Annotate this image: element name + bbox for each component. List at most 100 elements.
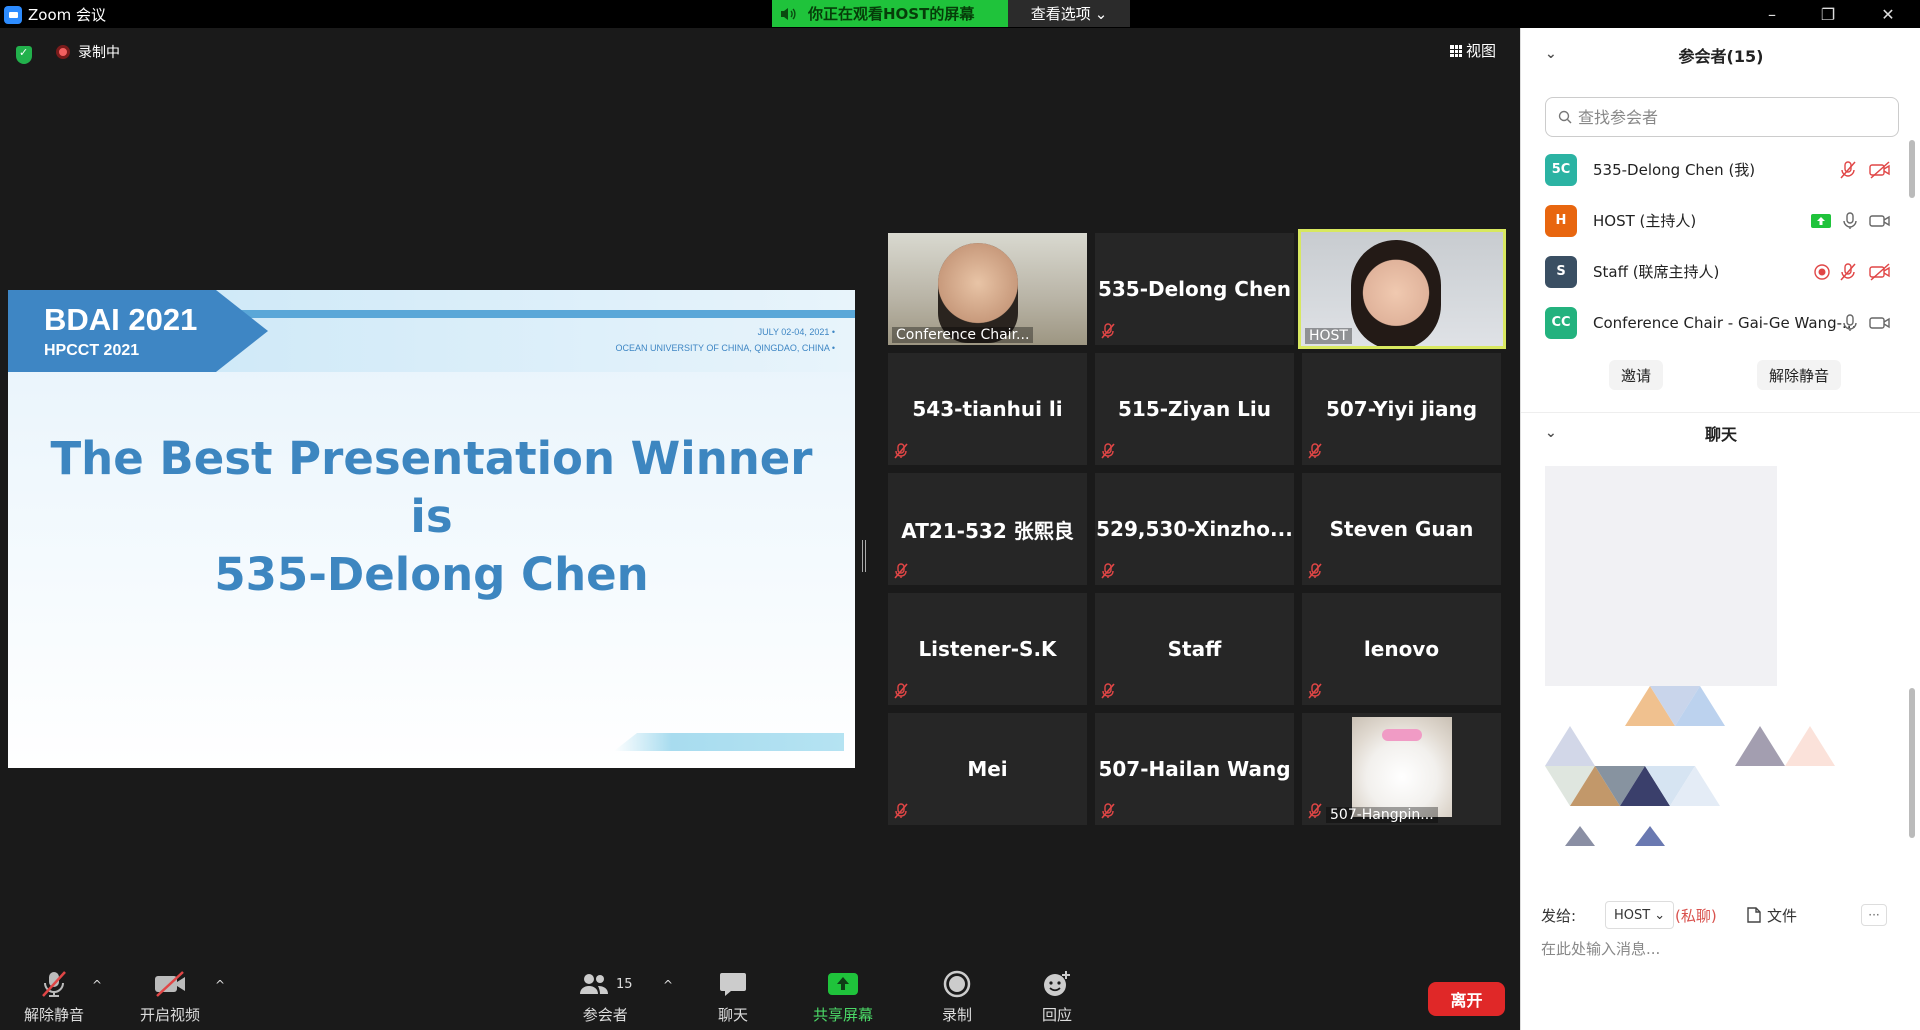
mic-icon[interactable] bbox=[1841, 314, 1859, 332]
recording-label: 录制中 bbox=[78, 45, 120, 61]
video-off-icon[interactable] bbox=[1869, 161, 1891, 179]
video-tile[interactable]: Steven Guan bbox=[1302, 473, 1501, 585]
video-tile[interactable]: 507-Yiyi jiang bbox=[1302, 353, 1501, 465]
mic-muted-icon bbox=[1308, 683, 1322, 699]
side-panel: ⌄ 参会者(15) 5C 535-Delong Chen (我) H HOST … bbox=[1520, 28, 1920, 1030]
share-screen-button[interactable]: 共享屏幕 bbox=[813, 970, 873, 1025]
participant-row[interactable]: CC Conference Chair - Gai-Ge Wang-... bbox=[1521, 297, 1920, 348]
tile-name-label: Conference Chair... bbox=[892, 327, 1034, 343]
split-resize-handle[interactable] bbox=[862, 540, 866, 572]
minimize-button[interactable]: – bbox=[1744, 0, 1800, 28]
slide-footer-stripe bbox=[614, 733, 844, 751]
participant-name: HOST (主持人) bbox=[1593, 212, 1697, 230]
mic-muted-icon bbox=[1101, 563, 1115, 579]
mic-muted-icon bbox=[1308, 803, 1322, 819]
participant-row[interactable]: H HOST (主持人) bbox=[1521, 195, 1920, 246]
participant-count: 15 bbox=[616, 976, 633, 992]
video-tile[interactable]: 507-Hailan Wang bbox=[1095, 713, 1294, 825]
tile-name: 515-Ziyan Liu bbox=[1118, 397, 1271, 421]
participant-search-input[interactable] bbox=[1578, 107, 1878, 127]
slide-brand: BDAI 2021 bbox=[44, 302, 198, 337]
participants-panel-header: ⌄ 参会者(15) bbox=[1521, 28, 1920, 82]
participant-video bbox=[1352, 717, 1452, 817]
chat-label: 聊天 bbox=[718, 1006, 749, 1024]
tile-name: 529,530-Xinzho... bbox=[1096, 517, 1293, 541]
chevron-down-icon: ⌄ bbox=[1094, 4, 1108, 23]
video-tile[interactable]: Listener-S.K bbox=[888, 593, 1087, 705]
smiley-icon bbox=[1042, 970, 1072, 998]
participant-search[interactable] bbox=[1545, 97, 1899, 137]
avatar: 5C bbox=[1545, 153, 1577, 186]
send-to-label: 发给: bbox=[1541, 906, 1577, 925]
slide-date-venue: JULY 02-04, 2021 • OCEAN UNIVERSITY OF C… bbox=[615, 324, 835, 356]
video-off-icon bbox=[153, 970, 187, 998]
unmute-button[interactable]: 解除静音 bbox=[24, 970, 84, 1025]
mic-muted-icon[interactable] bbox=[1839, 263, 1857, 281]
participants-options-caret[interactable]: ^ bbox=[663, 978, 673, 992]
unmute-label: 解除静音 bbox=[24, 1006, 85, 1024]
video-tile[interactable]: Conference Chair... bbox=[888, 233, 1087, 345]
chat-button[interactable]: 聊天 bbox=[718, 970, 748, 1025]
close-window-button[interactable]: ✕ bbox=[1860, 0, 1916, 28]
unmute-all-button[interactable]: 解除静音 bbox=[1757, 360, 1842, 390]
chat-messages bbox=[1545, 466, 1905, 886]
video-tile[interactable]: 529,530-Xinzho... bbox=[1095, 473, 1294, 585]
video-tile[interactable]: AT21-532 张熙良 bbox=[888, 473, 1087, 585]
tile-name-label: HOST bbox=[1305, 328, 1352, 344]
mic-muted-icon bbox=[1101, 443, 1115, 459]
video-tile[interactable]: Staff bbox=[1095, 593, 1294, 705]
video-icon[interactable] bbox=[1869, 212, 1891, 230]
video-tile[interactable]: 515-Ziyan Liu bbox=[1095, 353, 1294, 465]
video-tile[interactable]: lenovo bbox=[1302, 593, 1501, 705]
tile-name: Listener-S.K bbox=[918, 637, 1057, 661]
chat-panel-title: 聊天 bbox=[1704, 424, 1737, 444]
restore-button[interactable]: ❐ bbox=[1800, 0, 1856, 28]
video-tile[interactable]: 543-tianhui li bbox=[888, 353, 1087, 465]
record-button[interactable]: 录制 bbox=[942, 970, 972, 1025]
chat-scrollbar[interactable] bbox=[1909, 688, 1915, 838]
mic-muted-icon bbox=[1308, 443, 1322, 459]
video-options-caret[interactable]: ^ bbox=[215, 978, 225, 992]
slide-title-line-2: is bbox=[410, 490, 453, 543]
mic-muted-icon bbox=[894, 563, 908, 579]
send-to-dropdown[interactable]: HOST ⌄ bbox=[1605, 901, 1675, 929]
audio-options-caret[interactable]: ^ bbox=[92, 978, 102, 992]
invite-button[interactable]: 邀请 bbox=[1609, 360, 1664, 390]
recording-indicator[interactable]: 录制中 bbox=[56, 42, 120, 62]
screen-share-banner: 你正在观看HOST的屏幕 bbox=[772, 0, 1008, 27]
leave-meeting-button[interactable]: 离开 bbox=[1428, 982, 1505, 1016]
tile-name-label: 507-Hangpin... bbox=[1326, 807, 1438, 823]
mic-icon[interactable] bbox=[1841, 212, 1859, 230]
reactions-button[interactable]: 回应 bbox=[1042, 970, 1072, 1025]
video-tile[interactable]: 535-Delong Chen bbox=[1095, 233, 1294, 345]
video-icon[interactable] bbox=[1869, 314, 1891, 332]
mic-muted-icon bbox=[1101, 803, 1115, 819]
video-tile[interactable]: Mei bbox=[888, 713, 1087, 825]
chat-send-to-row: 发给: HOST ⌄ (私聊) 文件 ··· bbox=[1541, 898, 1911, 932]
mic-muted-icon[interactable] bbox=[1839, 161, 1857, 179]
mic-muted-icon bbox=[39, 970, 69, 998]
app-title: Zoom 会议 bbox=[4, 4, 106, 25]
participants-button[interactable]: 15 参会者 bbox=[578, 970, 633, 1025]
participant-row[interactable]: S Staff (联席主持人) bbox=[1521, 246, 1920, 297]
video-tile-active-speaker[interactable]: HOST bbox=[1298, 229, 1506, 349]
chat-message-input[interactable] bbox=[1541, 934, 1901, 964]
video-tile[interactable]: 507-Hangpin... bbox=[1302, 713, 1501, 825]
private-chat-label: (私聊) bbox=[1675, 906, 1717, 925]
file-button[interactable]: 文件 bbox=[1747, 905, 1797, 926]
title-bar: Zoom 会议 你正在观看HOST的屏幕 查看选项 ⌄ – ❐ ✕ bbox=[0, 0, 1920, 28]
security-shield-icon[interactable] bbox=[16, 46, 32, 64]
view-options-button[interactable]: 查看选项 ⌄ bbox=[1008, 0, 1130, 27]
record-dot-icon bbox=[56, 45, 70, 59]
participant-row[interactable]: 5C 535-Delong Chen (我) bbox=[1521, 144, 1920, 195]
tile-name: 507-Yiyi jiang bbox=[1325, 397, 1478, 421]
more-options-button[interactable]: ··· bbox=[1861, 904, 1887, 926]
collapse-chevron-icon[interactable]: ⌄ bbox=[1545, 425, 1557, 441]
start-video-button[interactable]: 开启视频 bbox=[140, 970, 200, 1025]
record-icon bbox=[943, 970, 971, 998]
video-off-icon[interactable] bbox=[1869, 263, 1891, 281]
slide-date: JULY 02-04, 2021 • bbox=[757, 327, 835, 337]
collapse-chevron-icon[interactable]: ⌄ bbox=[1545, 46, 1557, 62]
view-layout-button[interactable]: 视图 bbox=[1450, 40, 1496, 61]
redaction-mosaic bbox=[1545, 686, 1835, 846]
